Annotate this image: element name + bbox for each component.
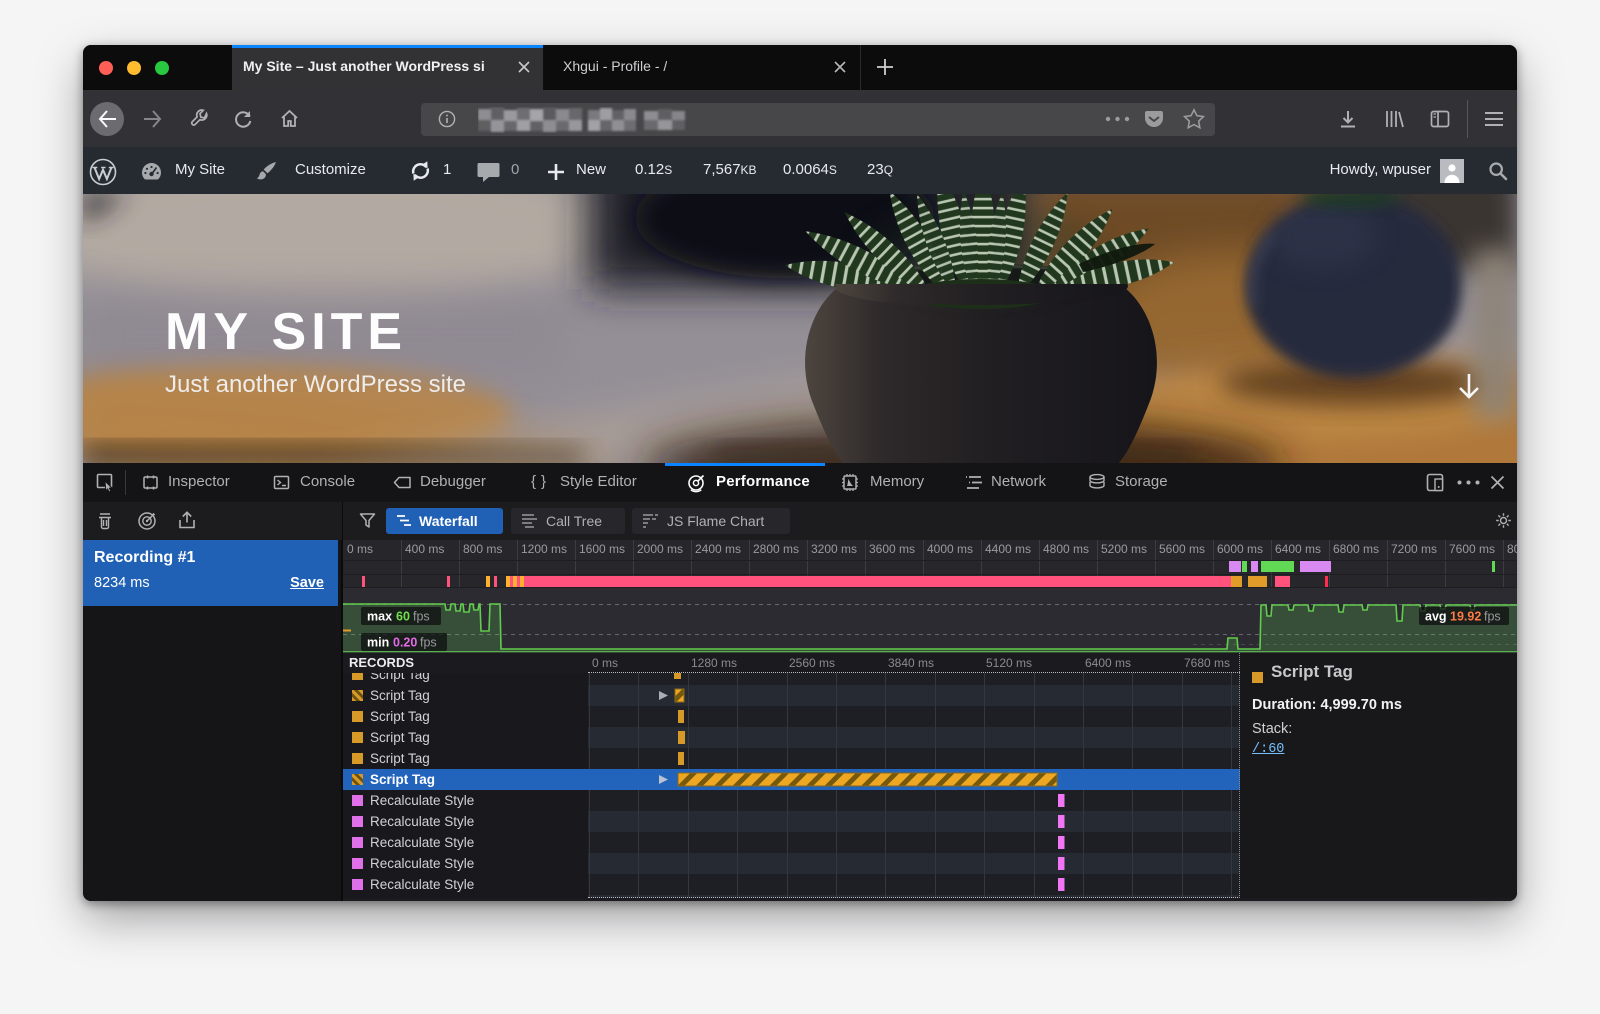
- svg-text:fps: fps: [1484, 610, 1501, 624]
- svg-text:1200 ms: 1200 ms: [521, 542, 567, 556]
- svg-text:fps: fps: [420, 636, 437, 650]
- svg-text:4400 ms: 4400 ms: [985, 542, 1031, 556]
- svg-text:5600 ms: 5600 ms: [1159, 542, 1205, 556]
- svg-text:8000: 8000: [1507, 542, 1517, 556]
- svg-text:2800 ms: 2800 ms: [753, 542, 799, 556]
- svg-text:Just another WordPress site: Just another WordPress site: [165, 371, 466, 398]
- svg-text:800 ms: 800 ms: [463, 542, 502, 556]
- svg-text:0 ms: 0 ms: [347, 542, 373, 556]
- svg-text:6000 ms: 6000 ms: [1217, 542, 1263, 556]
- svg-text:3200 ms: 3200 ms: [811, 542, 857, 556]
- svg-text:fps: fps: [413, 610, 430, 624]
- svg-text:19.92: 19.92: [1450, 610, 1481, 624]
- svg-text:5200 ms: 5200 ms: [1101, 542, 1147, 556]
- svg-text:2000 ms: 2000 ms: [637, 542, 683, 556]
- svg-text:4000 ms: 4000 ms: [927, 542, 973, 556]
- svg-text:4800 ms: 4800 ms: [1043, 542, 1089, 556]
- svg-text:60: 60: [396, 610, 410, 624]
- svg-text:2400 ms: 2400 ms: [695, 542, 741, 556]
- svg-text:7600 ms: 7600 ms: [1449, 542, 1495, 556]
- svg-text:avg: avg: [1425, 610, 1447, 624]
- svg-text:6800 ms: 6800 ms: [1333, 542, 1379, 556]
- svg-text:400 ms: 400 ms: [405, 542, 444, 556]
- svg-text:1600 ms: 1600 ms: [579, 542, 625, 556]
- svg-text:6400 ms: 6400 ms: [1275, 542, 1321, 556]
- svg-text:3600 ms: 3600 ms: [869, 542, 915, 556]
- svg-text:max: max: [367, 610, 392, 624]
- svg-text:0.20: 0.20: [393, 636, 417, 650]
- svg-text:min: min: [367, 636, 389, 650]
- svg-text:7200 ms: 7200 ms: [1391, 542, 1437, 556]
- svg-text:MY SITE: MY SITE: [165, 303, 407, 361]
